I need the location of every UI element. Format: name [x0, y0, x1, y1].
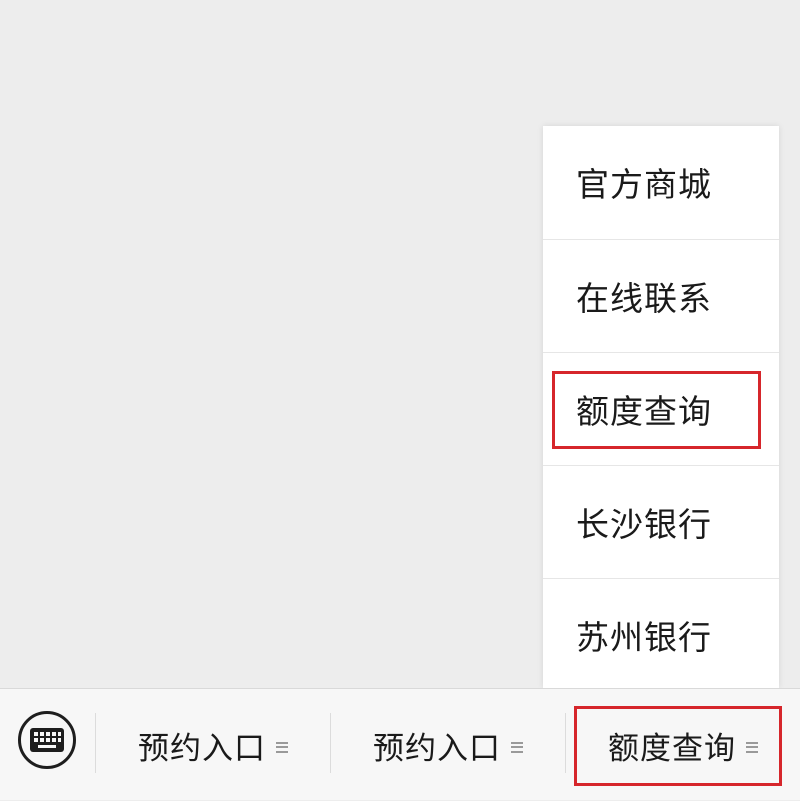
menu-button-label: 预约入口: [373, 730, 501, 767]
submenu-item-official-mall[interactable]: 官方商城: [543, 126, 779, 238]
menu-button-appointment-2[interactable]: 预约入口: [331, 689, 565, 801]
menu-button-label: 额度查询: [608, 730, 736, 767]
submenu-item-suzhou-bank[interactable]: 苏州银行: [543, 579, 779, 691]
menu-button-quota-query[interactable]: 额度查询: [566, 689, 800, 801]
menu-lines-icon: [746, 741, 758, 753]
submenu-item-label: 苏州银行: [576, 618, 712, 657]
keyboard-icon: [30, 728, 64, 752]
account-submenu-popup: 官方商城 在线联系 额度查询 长沙银行 苏州银行: [543, 126, 779, 688]
menu-button-appointment-1[interactable]: 预约入口: [96, 689, 330, 801]
menu-lines-icon: [511, 741, 523, 753]
bottom-menu-bar: 预约入口 预约入口 额度查询: [0, 688, 800, 800]
submenu-item-quota-query[interactable]: 额度查询: [543, 353, 779, 465]
keyboard-toggle-button[interactable]: [18, 711, 76, 769]
menu-button-label: 预约入口: [138, 730, 266, 767]
submenu-item-label: 官方商城: [576, 165, 712, 204]
submenu-item-online-contact[interactable]: 在线联系: [543, 240, 779, 352]
submenu-item-label: 额度查询: [576, 392, 712, 431]
submenu-item-label: 在线联系: [576, 279, 712, 318]
submenu-item-changsha-bank[interactable]: 长沙银行: [543, 466, 779, 578]
menu-lines-icon: [276, 741, 288, 753]
submenu-item-label: 长沙银行: [576, 505, 712, 544]
